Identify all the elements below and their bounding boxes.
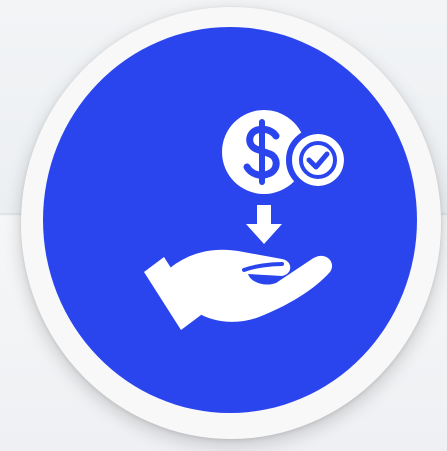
icon-stage xyxy=(0,0,447,451)
down-arrow-icon xyxy=(246,205,282,244)
hand-icon xyxy=(144,249,333,330)
receive-payment-icon xyxy=(144,110,350,330)
